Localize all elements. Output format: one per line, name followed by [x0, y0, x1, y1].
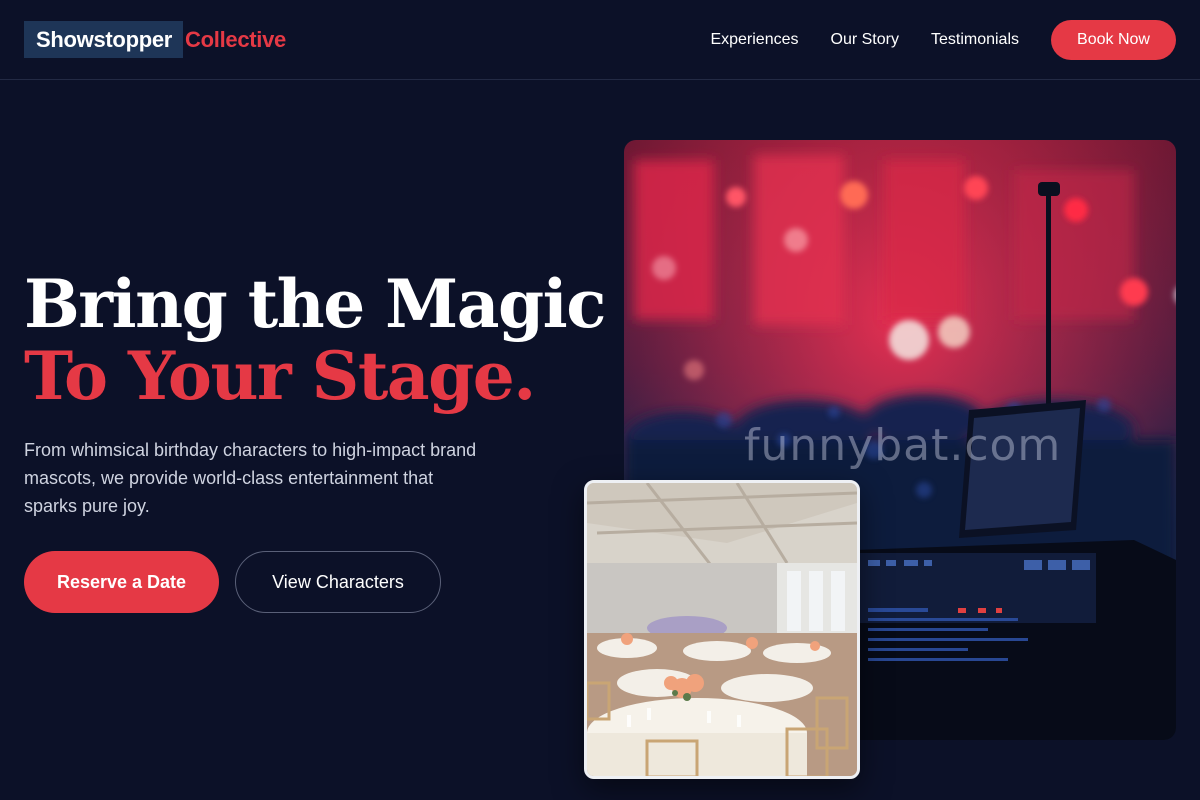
- logo[interactable]: Showstopper Collective: [24, 21, 286, 58]
- view-characters-button[interactable]: View Characters: [235, 551, 441, 613]
- nav-link-testimonials[interactable]: Testimonials: [931, 31, 1019, 49]
- site-header: Showstopper Collective Experiences Our S…: [0, 0, 1200, 80]
- hero-title-line2: To Your Stage.: [24, 337, 536, 415]
- book-now-button[interactable]: Book Now: [1051, 20, 1176, 60]
- banquet-hall-image: [584, 480, 860, 779]
- main-nav: Experiences Our Story Testimonials Book …: [710, 20, 1176, 60]
- nav-link-our-story[interactable]: Our Story: [831, 31, 899, 49]
- hero-title-line1: Bring the Magic: [24, 265, 606, 343]
- logo-accent-text: Collective: [185, 26, 286, 52]
- logo-primary-text: Showstopper: [24, 21, 184, 58]
- watermark-text: funnybat.com: [744, 420, 1062, 471]
- reserve-date-button[interactable]: Reserve a Date: [24, 551, 219, 613]
- hero-subtitle: From whimsical birthday characters to hi…: [24, 440, 477, 516]
- hero-title: Bring the Magic To Your Stage.: [24, 265, 606, 415]
- nav-link-experiences[interactable]: Experiences: [710, 31, 798, 49]
- banquet-scene-illustration: [587, 483, 857, 776]
